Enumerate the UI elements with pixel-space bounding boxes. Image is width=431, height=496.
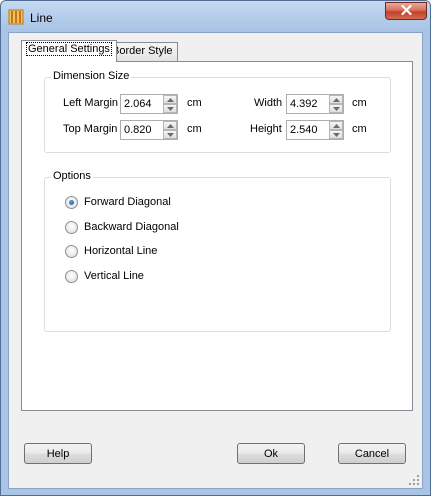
top-margin-spinner	[120, 120, 178, 140]
tab-general-settings[interactable]: General Settings	[21, 40, 117, 62]
arrow-up-icon	[332, 97, 340, 102]
top-margin-down-button[interactable]	[163, 130, 177, 139]
arrow-down-icon	[166, 106, 174, 111]
width-down-button[interactable]	[329, 104, 343, 113]
height-down-button[interactable]	[329, 130, 343, 139]
width-up-button[interactable]	[329, 95, 343, 104]
top-margin-unit: cm	[187, 123, 202, 135]
radio-label: Vertical Line	[84, 270, 144, 282]
radio-button[interactable]	[65, 195, 78, 209]
arrow-up-icon	[166, 123, 174, 128]
height-up-button[interactable]	[329, 121, 343, 130]
radio-button[interactable]	[65, 269, 78, 283]
window-title: Line	[30, 11, 53, 25]
radio-label: Horizontal Line	[84, 245, 158, 257]
resize-grip-icon[interactable]	[409, 475, 420, 486]
radio-horizontal-line[interactable]: Horizontal Line	[65, 243, 157, 259]
arrow-down-icon	[166, 132, 174, 137]
width-spinner	[286, 94, 344, 114]
title-bar[interactable]: Line	[1, 1, 430, 32]
close-button[interactable]	[385, 2, 427, 20]
width-unit: cm	[352, 97, 367, 109]
left-margin-spinner	[120, 94, 178, 114]
arrow-down-icon	[332, 106, 340, 111]
width-input[interactable]	[287, 95, 329, 113]
tab-label: General Settings	[26, 42, 112, 56]
tab-label: Border Style	[112, 45, 173, 57]
arrow-up-icon	[166, 97, 174, 102]
width-label: Width	[254, 97, 283, 109]
height-unit: cm	[352, 123, 367, 135]
radio-button[interactable]	[65, 220, 78, 234]
radio-forward-diagonal[interactable]: Forward Diagonal	[65, 194, 171, 210]
help-button[interactable]: Help	[24, 443, 92, 464]
close-icon	[400, 4, 412, 18]
height-label: Height	[250, 123, 282, 135]
ok-button[interactable]: Ok	[237, 443, 305, 464]
tab-border-style[interactable]: Border Style	[107, 42, 178, 61]
arrow-up-icon	[332, 123, 340, 128]
top-margin-up-button[interactable]	[163, 121, 177, 130]
dimension-size-group: Dimension Size Left Margin cm Top Margin	[44, 70, 391, 153]
tab-panel-general: Dimension Size Left Margin cm Top Margin	[21, 61, 413, 411]
line-chart-icon	[8, 9, 24, 25]
radio-vertical-line[interactable]: Vertical Line	[65, 268, 144, 284]
dialog-client-area: General Settings Border Style Dimension …	[8, 32, 423, 489]
options-group: Options Forward Diagonal Backward Diagon…	[44, 170, 391, 332]
options-legend: Options	[51, 170, 93, 182]
radio-label: Backward Diagonal	[84, 221, 179, 233]
radio-button[interactable]	[65, 244, 78, 258]
left-margin-down-button[interactable]	[163, 104, 177, 113]
dimension-size-legend: Dimension Size	[51, 70, 132, 82]
left-margin-input[interactable]	[121, 95, 163, 113]
height-input[interactable]	[287, 121, 329, 139]
radio-backward-diagonal[interactable]: Backward Diagonal	[65, 219, 179, 235]
left-margin-unit: cm	[187, 97, 202, 109]
dialog-window: Line General Settings Border Style Dimen…	[0, 0, 431, 496]
arrow-down-icon	[332, 132, 340, 137]
top-margin-label: Top Margin	[63, 123, 118, 135]
cancel-button[interactable]: Cancel	[338, 443, 406, 464]
radio-label: Forward Diagonal	[84, 196, 171, 208]
left-margin-up-button[interactable]	[163, 95, 177, 104]
top-margin-input[interactable]	[121, 121, 163, 139]
height-spinner	[286, 120, 344, 140]
left-margin-label: Left Margin	[63, 97, 119, 109]
